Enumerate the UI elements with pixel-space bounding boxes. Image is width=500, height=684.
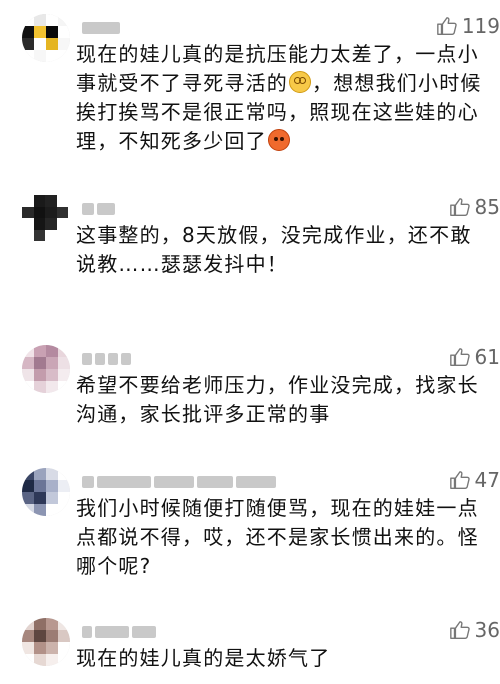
pixelated-avatar [22, 468, 70, 516]
thumbs-up-icon [449, 348, 470, 366]
thumbs-up-icon [436, 17, 457, 35]
angry-face-emoji [267, 129, 290, 151]
pixelated-avatar [22, 195, 68, 241]
like-button[interactable]: 85 [449, 195, 500, 219]
comment-text: 现在的娃儿真的是抗压能力太差了，一点小事就受不了寻死寻活的 ，想想我们小时候挨打挨… [76, 40, 492, 156]
username-blurred [82, 22, 120, 34]
like-count: 85 [474, 195, 500, 219]
like-count: 47 [474, 468, 500, 492]
avatar[interactable] [22, 14, 70, 62]
comment-text: 现在的娃儿真的是太娇气了 [76, 646, 331, 670]
comment-text: 这事整的，8天放假，没完成作业，还不敢说教……瑟瑟发抖中！ [76, 223, 472, 276]
comment-text: 我们小时候随便打随便骂，现在的娃娃一点点都说不得，哎，还不是家长惯出来的。怪哪个… [76, 496, 479, 578]
thumbs-up-icon [449, 471, 470, 489]
avatar[interactable] [22, 468, 70, 516]
avatar[interactable] [22, 345, 70, 393]
dizzy-face-emoji [289, 71, 311, 93]
username-blurred [82, 476, 276, 488]
thumbs-up-icon [449, 198, 470, 216]
avatar[interactable] [22, 195, 68, 241]
avatar[interactable] [22, 618, 70, 666]
comment-text: 希望不要给老师压力，作业没完成，找家长沟通，家长批评多正常的事 [76, 373, 479, 426]
like-count: 61 [474, 345, 500, 369]
like-count: 36 [474, 618, 500, 642]
like-button[interactable]: 47 [449, 468, 500, 492]
username-blurred [82, 203, 115, 215]
like-button[interactable]: 61 [449, 345, 500, 369]
like-button[interactable]: 119 [436, 14, 500, 38]
pixelated-avatar [22, 14, 70, 62]
pixelated-avatar [22, 618, 70, 666]
username-blurred [82, 626, 156, 638]
pixelated-avatar [22, 345, 70, 393]
username-blurred [82, 353, 131, 365]
like-button[interactable]: 36 [449, 618, 500, 642]
thumbs-up-icon [449, 621, 470, 639]
like-count: 119 [461, 14, 500, 38]
